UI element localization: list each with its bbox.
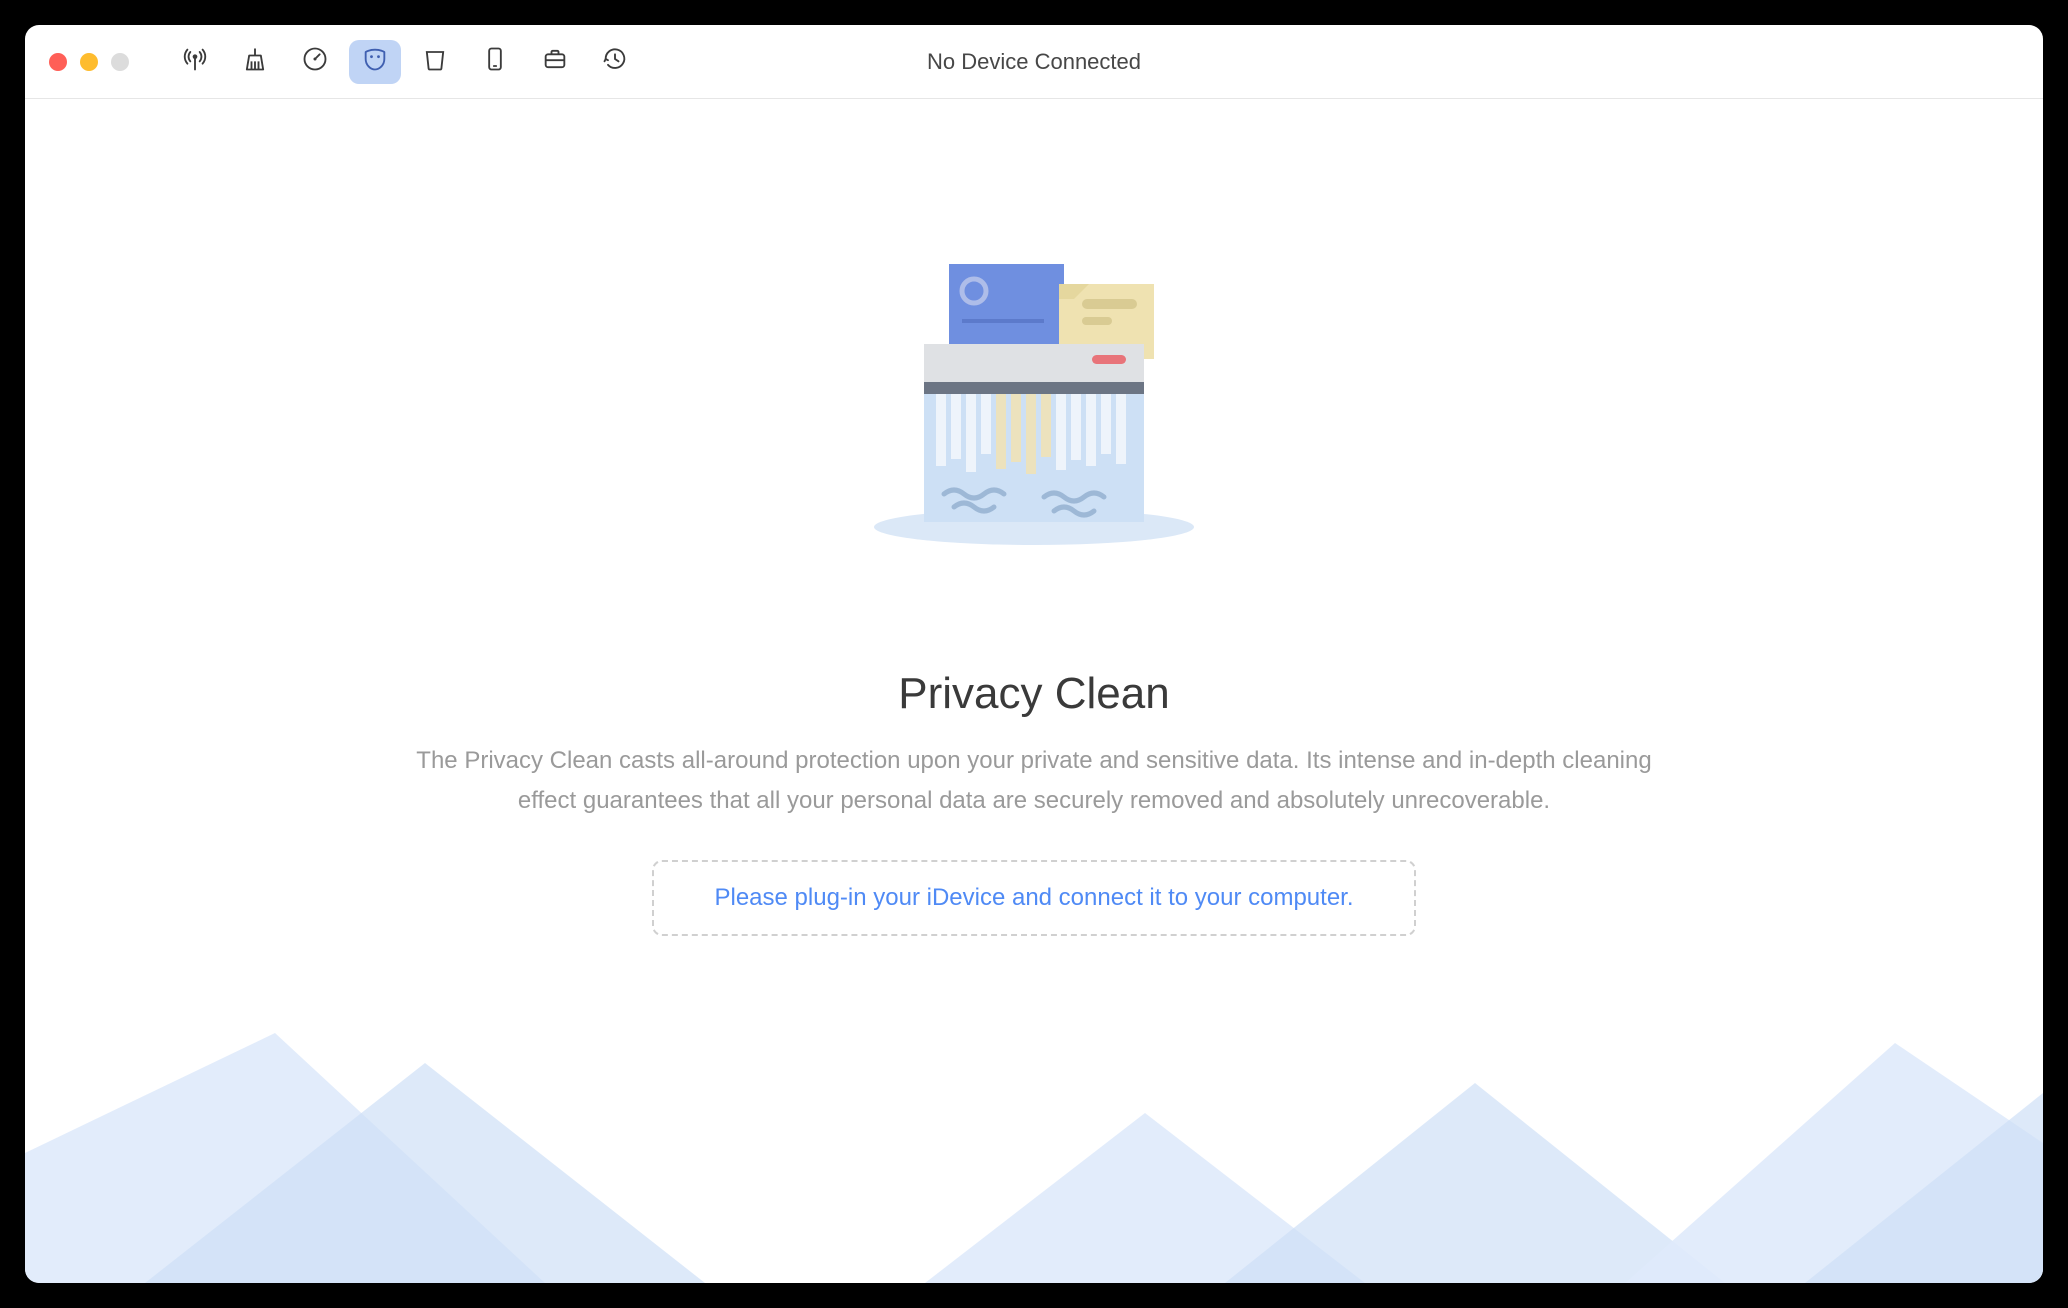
toolbar-privacy-button[interactable] [349, 40, 401, 84]
minimize-window-button[interactable] [80, 53, 98, 71]
trash-icon [421, 45, 449, 78]
history-icon [601, 45, 629, 78]
titlebar: No Device Connected [25, 25, 2043, 99]
toolbar-briefcase-button[interactable] [529, 40, 581, 84]
toolbar-trash-button[interactable] [409, 40, 461, 84]
window-title: No Device Connected [927, 49, 1141, 75]
page-title: Privacy Clean [898, 669, 1169, 719]
mountains-decoration [25, 1033, 2043, 1283]
connect-device-prompt-text: Please plug-in your iDevice and connect … [714, 884, 1353, 911]
toolbar-speed-button[interactable] [289, 40, 341, 84]
mask-icon [361, 45, 389, 78]
briefcase-icon [541, 45, 569, 78]
toolbar-phone-button[interactable] [469, 40, 521, 84]
maximize-window-button[interactable] [111, 53, 129, 71]
connect-device-prompt: Please plug-in your iDevice and connect … [652, 860, 1415, 936]
speed-icon [301, 45, 329, 78]
toolbar-broadcast-button[interactable] [169, 40, 221, 84]
page-description: The Privacy Clean casts all-around prote… [384, 741, 1684, 820]
window-controls [49, 53, 129, 71]
main-content: Privacy Clean The Privacy Clean casts al… [25, 99, 2043, 1283]
app-window: No Device Connected [25, 25, 2043, 1283]
broadcast-icon [181, 45, 209, 78]
close-window-button[interactable] [49, 53, 67, 71]
toolbar-clean-button[interactable] [229, 40, 281, 84]
shredder-illustration [834, 249, 1234, 549]
toolbar [169, 40, 641, 84]
toolbar-history-button[interactable] [589, 40, 641, 84]
brush-icon [241, 45, 269, 78]
phone-icon [481, 45, 509, 78]
